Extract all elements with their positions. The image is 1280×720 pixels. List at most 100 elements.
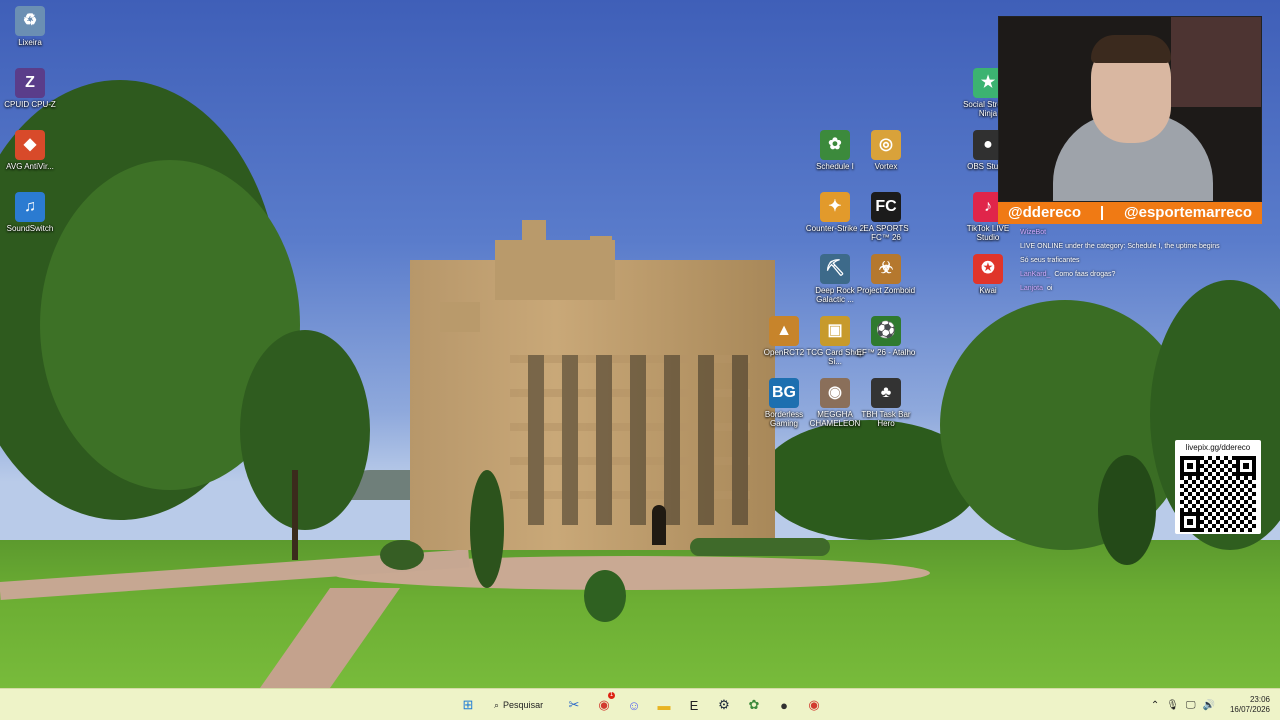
webcam-background (1171, 17, 1261, 107)
desktop-icon-label: EF™ 26 - Atalho (856, 348, 916, 357)
wallpaper-windows (510, 355, 750, 525)
app-icon: ♫ (15, 192, 45, 222)
system-tray: ⌃ 🎙 🖵 🔊 23:06 16/07/2026 (1151, 689, 1280, 720)
desktop-icon[interactable]: ⚽ EF™ 26 - Atalho (856, 316, 916, 357)
chat-message: WizeBot (1020, 226, 1260, 240)
livepix-qr-widget: livepix.gg/ddereco (1175, 440, 1261, 534)
wallpaper-turret (440, 302, 480, 332)
snipping-tool-icon[interactable]: ✂ (562, 693, 586, 717)
desktop-icon[interactable]: FC EA SPORTS FC™ 26 (856, 192, 916, 242)
app-icon: ▣ (820, 316, 850, 346)
chat-username: WizeBot (1020, 229, 1047, 236)
stream-chat-overlay: WizeBot LIVE ONLINE under the category: S… (1020, 226, 1260, 296)
chat-message: LanKard_ Como faas drogas? (1020, 268, 1260, 282)
epic-games-icon[interactable]: E (682, 693, 706, 717)
clock-time: 23:06 (1249, 695, 1270, 704)
chat-text: Como faas drogas? (1054, 271, 1116, 278)
wallpaper-tree (1098, 455, 1156, 565)
wallpaper-trunk (292, 470, 298, 560)
game-app-icon[interactable]: ✿ (742, 693, 766, 717)
desktop-icon-label: OpenRCT2 (763, 348, 805, 357)
obs-icon[interactable]: ● (772, 693, 796, 717)
wallpaper-hedge (690, 538, 830, 556)
desktop-icon-label: Lixeira (18, 38, 42, 47)
file-explorer-icon[interactable]: ▬ (652, 693, 676, 717)
volume-icon[interactable]: 🔊 (1203, 700, 1215, 711)
chat-text: LIVE ONLINE under the category: Schedule… (1020, 243, 1220, 250)
desktop-icon[interactable]: ♻ Lixeira (0, 6, 60, 47)
stream-handles-bar: @ddereco @esportemarreco (998, 202, 1262, 224)
chevron-up-icon[interactable]: ⌃ (1151, 700, 1159, 711)
app-icon: ✿ (820, 130, 850, 160)
handle-left: @ddereco (1008, 204, 1081, 221)
app-icon: ☣ (871, 254, 901, 284)
chat-message: Só seus traficantes (1020, 254, 1260, 268)
qr-label: livepix.gg/ddereco (1185, 443, 1251, 452)
app-icon: FC (871, 192, 901, 222)
desktop-icon-label: CPUID CPU-Z (4, 100, 56, 109)
qr-finder (1180, 456, 1200, 476)
wallpaper-tree (240, 330, 370, 530)
wallpaper-bush (584, 570, 626, 622)
app-icon: BG (769, 378, 799, 408)
clock[interactable]: 23:06 16/07/2026 (1222, 695, 1270, 715)
taskbar-apps: ⊞ ⌕ Pesquisar ✂ ◉ 1 ☺ ▬ E ⚙ ✿ ● ◉ (456, 692, 826, 718)
desktop-icon[interactable]: ♫ SoundSwitch (0, 192, 60, 233)
chat-text: oi (1046, 285, 1053, 292)
desktop-icon-label: Project Zomboid (856, 286, 916, 295)
desktop-icon-label: AVG AntiVir... (6, 162, 54, 171)
app-icon: ◎ (871, 130, 901, 160)
app-icon: ⛏ (820, 254, 850, 284)
desktop-icon-label: Schedule I (816, 162, 854, 171)
chat-text: Só seus traficantes (1020, 257, 1080, 264)
chrome-profile-icon[interactable]: ◉ (802, 693, 826, 717)
desktop-icon[interactable]: ♣ TBH Task Bar Hero (856, 378, 916, 428)
desktop-icon[interactable]: Z CPUID CPU-Z (0, 68, 60, 109)
desktop-icon-label: EA SPORTS FC™ 26 (863, 224, 909, 242)
webcam-hair (1091, 35, 1171, 63)
network-icon[interactable]: 🖵 (1186, 700, 1196, 711)
app-icon: ◆ (15, 130, 45, 160)
webcam-overlay (998, 16, 1262, 202)
search-icon: ⌕ (494, 699, 500, 710)
wallpaper-turret (590, 236, 612, 256)
wallpaper-bush (380, 540, 424, 570)
chat-username: LanKard_ (1020, 271, 1051, 278)
app-icon: ♣ (871, 378, 901, 408)
app-icon: ✦ (820, 192, 850, 222)
qr-code (1180, 456, 1256, 532)
notification-badge: 1 (608, 692, 615, 699)
chat-message: LIVE ONLINE under the category: Schedule… (1020, 240, 1260, 254)
chat-message: Lanjota oi (1020, 282, 1260, 296)
wallpaper-door (652, 505, 666, 545)
handle-separator (1101, 206, 1104, 220)
desktop-icon[interactable]: ✪ Kwai (958, 254, 1018, 295)
desktop-icon-label: MEGGHA CHAMELEON (809, 410, 861, 428)
app-icon: ▲ (769, 316, 799, 346)
start-icon[interactable]: ⊞ (456, 693, 480, 717)
qr-finder (1236, 456, 1256, 476)
chrome-icon[interactable]: ◉ 1 (592, 692, 616, 717)
desktop-icon[interactable]: ◆ AVG AntiVir... (0, 130, 60, 171)
desktop-icon[interactable]: ◎ Vortex (856, 130, 916, 171)
discord-icon[interactable]: ☺ (622, 693, 646, 717)
desktop-icon-label: Deep Rock Galactic ... (815, 286, 855, 304)
wallpaper-bush (470, 470, 504, 588)
app-icon: Z (15, 68, 45, 98)
taskbar: ⊞ ⌕ Pesquisar ✂ ◉ 1 ☺ ▬ E ⚙ ✿ ● ◉ ⌃ 🎙 🖵 🔊 23:06 16/0… (0, 688, 1280, 720)
desktop-icon-label: Borderless Gaming (764, 410, 804, 428)
taskbar-search-button[interactable]: ⌕ Pesquisar (486, 693, 556, 717)
wallpaper-turret (522, 220, 546, 250)
steam-icon[interactable]: ⚙ (712, 693, 736, 717)
chat-username: Lanjota (1020, 285, 1043, 292)
desktop-icon-label: SoundSwitch (6, 224, 54, 233)
search-label: Pesquisar (503, 700, 544, 710)
desktop-icon-label: TikTok LIVE Studio (966, 224, 1010, 242)
app-icon: ⚽ (871, 316, 901, 346)
app-icon: ◉ (820, 378, 850, 408)
microphone-icon[interactable]: 🎙 (1166, 700, 1179, 711)
handle-right: @esportemarreco (1123, 204, 1252, 221)
desktop-icon[interactable]: ☣ Project Zomboid (856, 254, 916, 295)
clock-date: 16/07/2026 (1229, 705, 1270, 714)
app-icon: ✪ (973, 254, 1003, 284)
